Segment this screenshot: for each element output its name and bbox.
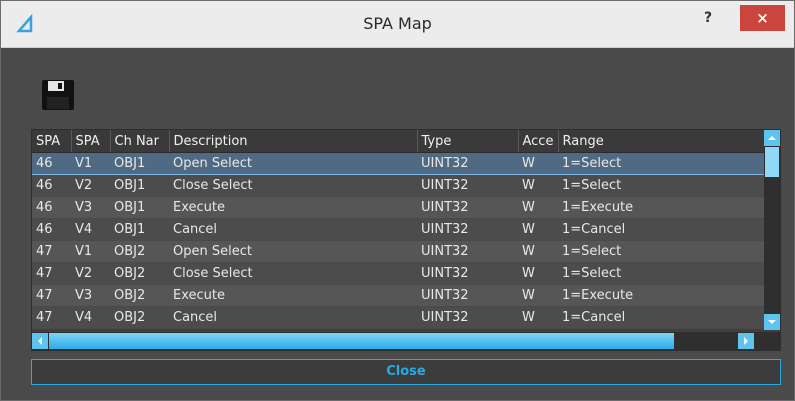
chevron-up-icon	[768, 136, 776, 140]
scroll-left-button[interactable]	[32, 333, 48, 349]
table-cell: 47	[32, 306, 71, 329]
table-cell: 46	[32, 174, 71, 197]
table-cell: Close Select	[169, 262, 417, 285]
table-cell: UINT32	[417, 306, 518, 329]
scroll-down-button[interactable]	[764, 314, 780, 330]
window-close-button[interactable]: ×	[740, 5, 785, 31]
table-cell: 46	[32, 218, 71, 241]
column-header[interactable]: Range	[558, 130, 766, 153]
table-body: 46 V1 OBJ1 Open Select UINT32 W 1=Select 46 V2 OB…	[32, 152, 765, 329]
close-button[interactable]: Close	[31, 359, 781, 385]
table-cell: 46	[32, 152, 71, 175]
column-header[interactable]: SPA	[32, 130, 72, 153]
table-cell: V1	[71, 240, 110, 263]
scroll-up-button[interactable]	[764, 130, 780, 146]
table-cell: 1=Select	[558, 240, 765, 263]
table-cell: W	[518, 174, 558, 197]
table-cell: 1=Cancel	[558, 306, 765, 329]
table-cell: UINT32	[417, 196, 518, 219]
table-cell: UINT32	[417, 262, 518, 285]
table-row[interactable]: 46 V2 OBJ1 Close Select UINT32 W 1=Select	[32, 174, 765, 197]
table-cell: OBJ1	[110, 152, 169, 175]
column-header[interactable]: Ch Nar	[110, 130, 170, 153]
horizontal-scrollbar[interactable]	[32, 332, 780, 350]
table-cell: W	[518, 284, 558, 307]
table-cell: V3	[71, 196, 110, 219]
chevron-right-icon	[744, 337, 748, 345]
table-cell: OBJ2	[110, 262, 169, 285]
table-cell: OBJ2	[110, 240, 169, 263]
table-cell: 1=Execute	[558, 196, 765, 219]
table-cell: 46	[32, 196, 71, 219]
table-cell: Open Select	[169, 152, 417, 175]
table-row[interactable]: 46 V1 OBJ1 Open Select UINT32 W 1=Select	[32, 152, 765, 175]
vertical-scrollbar[interactable]	[764, 130, 780, 330]
table-cell: UINT32	[417, 174, 518, 197]
table-cell: 1=Select	[558, 174, 765, 197]
table-cell: UINT32	[417, 284, 518, 307]
table-cell: Cancel	[169, 218, 417, 241]
spa-map-dialog: SPA Map ? × SPA SPA Ch Nar Description Type A…	[0, 0, 795, 401]
title-bar: SPA Map ? ×	[1, 1, 794, 48]
table-cell: OBJ1	[110, 196, 169, 219]
table-row[interactable]: 47 V1 OBJ2 Open Select UINT32 W 1=Select	[32, 240, 765, 263]
table-cell: UINT32	[417, 240, 518, 263]
table-cell: W	[518, 306, 558, 329]
table-row[interactable]: 47 V2 OBJ2 Close Select UINT32 W 1=Select	[32, 262, 765, 285]
table-cell: V3	[71, 284, 110, 307]
column-header[interactable]: SPA	[71, 130, 111, 153]
table-row[interactable]: 47 V3 OBJ2 Execute UINT32 W 1=Execute	[32, 284, 765, 307]
table-cell: 1=Select	[558, 262, 765, 285]
table-cell: Execute	[169, 284, 417, 307]
table-cell: V1	[71, 152, 110, 175]
table-row[interactable]: 46 V3 OBJ1 Execute UINT32 W 1=Execute	[32, 196, 765, 219]
spa-map-table: SPA SPA Ch Nar Description Type Acce Range 46 V…	[31, 129, 781, 351]
column-header[interactable]: Type	[417, 130, 519, 153]
help-button[interactable]: ?	[696, 7, 720, 29]
table-row[interactable]: 47 V4 OBJ2 Cancel UINT32 W 1=Cancel	[32, 306, 765, 329]
table-cell: 47	[32, 262, 71, 285]
window-title: SPA Map	[363, 14, 432, 33]
table-cell: UINT32	[417, 152, 518, 175]
table-cell: V2	[71, 174, 110, 197]
table-cell: W	[518, 152, 558, 175]
table-cell: 1=Cancel	[558, 218, 765, 241]
table-cell: W	[518, 196, 558, 219]
table-cell: UINT32	[417, 218, 518, 241]
vertical-scroll-thumb[interactable]	[765, 147, 779, 177]
table-cell: W	[518, 240, 558, 263]
chevron-left-icon	[38, 337, 42, 345]
table-cell: V2	[71, 262, 110, 285]
table-cell: 1=Execute	[558, 284, 765, 307]
table-header: SPA SPA Ch Nar Description Type Acce Range	[32, 130, 766, 153]
table-cell: OBJ1	[110, 174, 169, 197]
table-cell: OBJ2	[110, 306, 169, 329]
table-cell: Open Select	[169, 240, 417, 263]
table-cell: V4	[71, 306, 110, 329]
column-header[interactable]: Acce	[518, 130, 559, 153]
table-cell: Close Select	[169, 174, 417, 197]
table-cell: V4	[71, 218, 110, 241]
toolbar	[1, 48, 794, 128]
column-header[interactable]: Description	[169, 130, 418, 153]
save-icon[interactable]	[41, 79, 75, 111]
scroll-right-button[interactable]	[738, 333, 754, 349]
table-cell: 47	[32, 240, 71, 263]
table-cell: OBJ2	[110, 284, 169, 307]
table-cell: Cancel	[169, 306, 417, 329]
table-cell: OBJ1	[110, 218, 169, 241]
table-cell: W	[518, 218, 558, 241]
chevron-down-icon	[768, 320, 776, 324]
table-cell: Execute	[169, 196, 417, 219]
table-cell: 1=Select	[558, 152, 765, 175]
table-cell: W	[518, 262, 558, 285]
table-row[interactable]: 46 V4 OBJ1 Cancel UINT32 W 1=Cancel	[32, 218, 765, 241]
table-cell: 47	[32, 284, 71, 307]
horizontal-scroll-thumb[interactable]	[49, 333, 674, 349]
